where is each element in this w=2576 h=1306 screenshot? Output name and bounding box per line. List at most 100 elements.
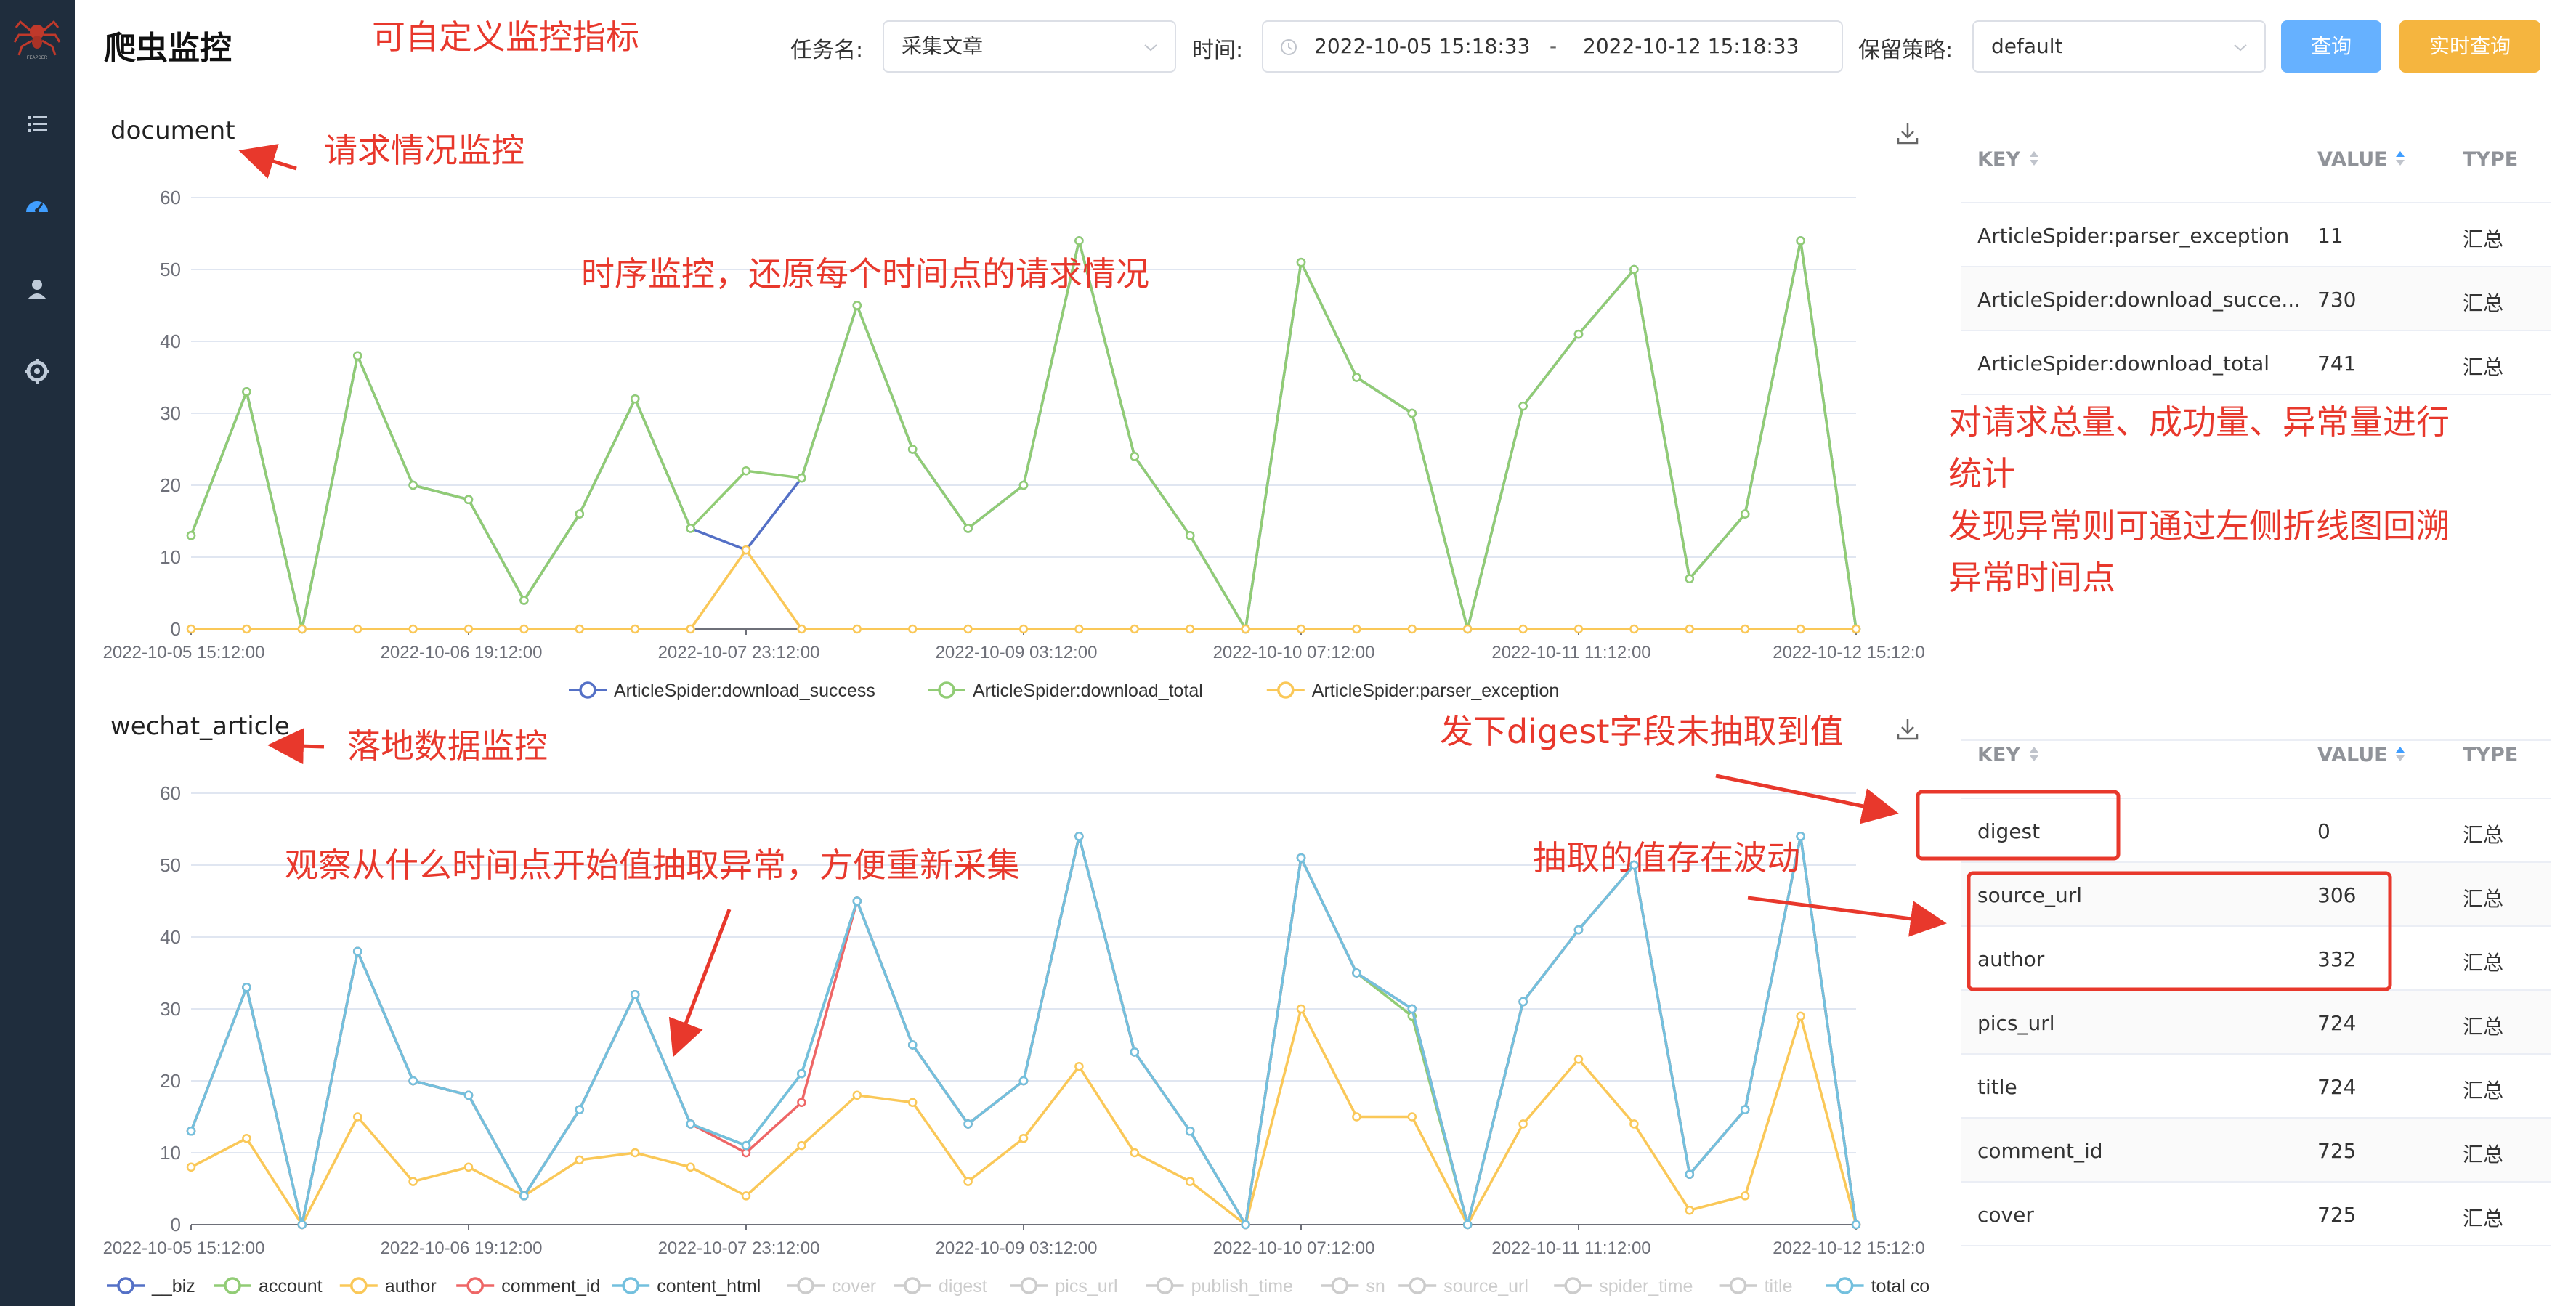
retention-label: 保留策略: <box>1858 38 1953 63</box>
x-tick-label: 2022-10-09 03:12:00 <box>936 643 1098 662</box>
row-key: ArticleSpider:parser_exception <box>1977 224 2290 248</box>
y-tick-label: 60 <box>160 187 181 208</box>
legend-item[interactable]: author <box>339 1276 437 1297</box>
realtime-query-button[interactable]: 实时查询 <box>2399 20 2540 73</box>
legend-label: total co <box>1871 1276 1930 1297</box>
y-tick-label: 40 <box>160 330 181 352</box>
row-type: 汇总 <box>2463 1015 2504 1039</box>
legend-item[interactable]: ArticleSpider:download_total <box>928 681 1203 701</box>
date-range-picker[interactable]: 2022-10-05 15:18:33 - 2022-10-12 15:18:3… <box>1262 20 1843 73</box>
spider-logo-icon: FEAPDER <box>13 20 61 60</box>
data-point <box>1740 1105 1750 1114</box>
legend-item[interactable]: source_url <box>1398 1276 1528 1297</box>
sort-icon[interactable] <box>2028 742 2040 766</box>
time-label: 时间: <box>1192 38 1244 63</box>
data-point <box>1352 1112 1361 1122</box>
download-icon[interactable] <box>1895 121 1921 147</box>
query-button[interactable]: 查询 <box>2281 20 2381 73</box>
task-select[interactable]: 采集文章 <box>883 20 1176 73</box>
data-point <box>1462 624 1473 634</box>
data-point <box>463 1162 474 1172</box>
data-point <box>1462 1220 1473 1230</box>
data-point <box>352 1112 362 1122</box>
task-select-value: 采集文章 <box>902 34 984 58</box>
legend-item[interactable]: pics_url <box>1010 1276 1118 1297</box>
row-type: 汇总 <box>2463 1206 2504 1230</box>
legend-label: publish_time <box>1191 1276 1293 1297</box>
legend-item[interactable]: title <box>1719 1276 1793 1297</box>
row-type: 汇总 <box>2463 355 2504 379</box>
data-point <box>463 495 474 505</box>
data-point <box>907 1098 918 1107</box>
sort-asc-icon[interactable] <box>2394 147 2406 170</box>
data-point <box>1407 408 1417 418</box>
data-point <box>686 524 695 533</box>
user-icon[interactable] <box>22 275 52 305</box>
chevron-down-icon <box>1144 44 1157 52</box>
data-point <box>519 596 529 605</box>
data-point <box>741 545 751 555</box>
row-value: 741 <box>2317 352 2357 376</box>
series-line <box>190 835 1858 1229</box>
legend-label: ArticleSpider:download_success <box>614 681 875 701</box>
y-tick-label: 30 <box>160 998 181 1020</box>
data-point <box>352 351 362 361</box>
legend-item[interactable]: ArticleSpider:parser_exception <box>1266 681 1559 701</box>
x-tick-label: 2022-10-07 23:12:00 <box>658 1238 820 1258</box>
row-value: 11 <box>2317 224 2344 248</box>
data-point <box>242 624 251 634</box>
data-point <box>352 624 362 634</box>
time-end[interactable]: 2022-10-12 15:18:33 <box>1583 22 1799 71</box>
data-point <box>408 480 418 490</box>
data-point <box>575 1105 585 1114</box>
data-point <box>1296 624 1306 634</box>
data-point <box>1130 1148 1140 1158</box>
legend-item[interactable]: cover <box>787 1276 876 1297</box>
legend-item[interactable]: comment_id <box>456 1276 600 1297</box>
data-point <box>630 624 640 634</box>
series-line <box>190 1005 1858 1228</box>
legend-label: __biz <box>151 1276 195 1297</box>
data-point <box>907 1040 918 1050</box>
data-point <box>1130 452 1140 461</box>
table-wechat-article: KEY VALUE TYPE digest 0 汇总 source_url 30… <box>1961 706 2551 1246</box>
legend-item[interactable]: publish_time <box>1146 1276 1293 1297</box>
data-point <box>1573 624 1584 634</box>
list-icon[interactable] <box>22 109 52 139</box>
data-point <box>1407 1112 1417 1122</box>
retention-select[interactable]: default <box>1972 20 2266 73</box>
legend-item[interactable]: sn <box>1321 1276 1385 1297</box>
sort-icon[interactable] <box>2028 147 2040 170</box>
data-point <box>907 624 918 634</box>
col-key-header[interactable]: KEY <box>1977 148 2020 171</box>
download-icon[interactable] <box>1895 716 1921 742</box>
col-key-header[interactable]: KEY <box>1977 744 2020 766</box>
legend-item[interactable]: __biz <box>107 1276 195 1297</box>
legend-item[interactable]: account <box>214 1276 323 1297</box>
row-key: pics_url <box>1977 1011 2055 1035</box>
data-point <box>1241 624 1250 634</box>
row-value: 332 <box>2317 947 2357 971</box>
dashboard-icon[interactable] <box>22 192 52 222</box>
data-point <box>242 983 251 992</box>
time-start[interactable]: 2022-10-05 15:18:33 <box>1314 22 1530 71</box>
data-point <box>1851 1220 1861 1230</box>
data-point <box>1018 480 1029 490</box>
data-point <box>852 301 862 310</box>
settings-icon[interactable] <box>22 356 52 386</box>
series-line <box>191 548 1856 630</box>
data-point <box>1352 624 1361 634</box>
legend-item[interactable]: content_html <box>612 1276 761 1297</box>
legend-item[interactable]: ArticleSpider:download_success <box>569 681 875 701</box>
x-tick-label: 2022-10-06 19:12:00 <box>381 1238 543 1258</box>
data-point <box>1629 624 1639 634</box>
legend-item[interactable]: digest <box>894 1276 987 1297</box>
col-value-header[interactable]: VALUE <box>2317 744 2388 766</box>
legend-item[interactable]: total co <box>1826 1276 1930 1297</box>
data-point <box>1296 1004 1306 1014</box>
legend-item[interactable]: spider_time <box>1554 1276 1693 1297</box>
sort-asc-icon[interactable] <box>2394 742 2406 766</box>
y-tick-label: 60 <box>160 782 181 804</box>
col-value-header[interactable]: VALUE <box>2317 148 2388 171</box>
data-point <box>630 1148 640 1158</box>
